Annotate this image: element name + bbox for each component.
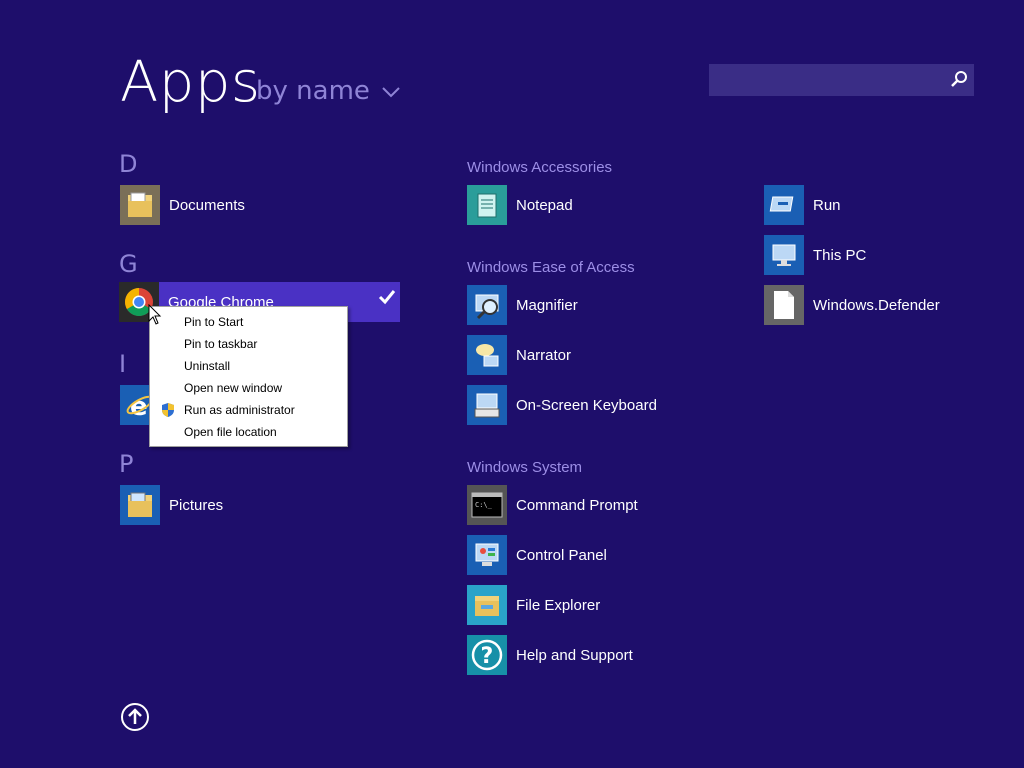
sort-dropdown[interactable]: by name: [256, 76, 400, 106]
menu-item-uninstall[interactable]: Uninstall: [150, 355, 347, 377]
app-tile-run[interactable]: Run: [764, 185, 841, 225]
page-title: Apps: [120, 50, 261, 115]
run-icon: [764, 185, 804, 225]
app-tile-narrator[interactable]: Narrator: [467, 335, 571, 375]
app-tile-documents[interactable]: Documents: [120, 185, 245, 225]
app-tile-file-explorer[interactable]: File Explorer: [467, 585, 600, 625]
group-letter-g[interactable]: G: [119, 250, 138, 278]
menu-item-pin-to-taskbar[interactable]: Pin to taskbar: [150, 333, 347, 355]
svg-text:e: e: [130, 392, 148, 420]
notepad-icon: [467, 185, 507, 225]
menu-item-pin-to-start[interactable]: Pin to Start: [150, 311, 347, 333]
app-label: Command Prompt: [516, 496, 638, 514]
app-label: Notepad: [516, 196, 573, 214]
uac-shield-icon: [162, 403, 174, 417]
app-tile-command-prompt[interactable]: C:\_ Command Prompt: [467, 485, 638, 525]
checkmark-icon: [378, 290, 396, 305]
folder-documents-icon: [120, 185, 160, 225]
computer-icon: [764, 235, 804, 275]
search-input[interactable]: [709, 64, 939, 96]
group-header-windows-system[interactable]: Windows System: [467, 459, 582, 476]
app-label: Run: [813, 196, 841, 214]
search-icon[interactable]: [950, 70, 968, 88]
app-tile-pictures[interactable]: Pictures: [120, 485, 223, 525]
app-label: Windows.Defender: [813, 296, 940, 314]
app-label: This PC: [813, 246, 867, 264]
menu-item-open-file-location[interactable]: Open file location: [150, 421, 347, 443]
app-tile-this-pc[interactable]: This PC: [764, 235, 866, 275]
command-prompt-icon: C:\_: [467, 485, 507, 525]
app-label: Magnifier: [516, 296, 578, 314]
menu-item-run-as-administrator[interactable]: Run as administrator: [150, 399, 347, 421]
app-tile-control-panel[interactable]: Control Panel: [467, 535, 607, 575]
scroll-up-arrow-button[interactable]: [120, 702, 150, 732]
search-box[interactable]: [709, 64, 974, 96]
app-tile-on-screen-keyboard[interactable]: On-Screen Keyboard: [467, 385, 657, 425]
group-letter-p[interactable]: P: [119, 450, 133, 478]
app-label: Documents: [169, 196, 245, 214]
app-label: Pictures: [169, 496, 224, 514]
chevron-down-icon: [382, 86, 400, 97]
app-label: File Explorer: [516, 596, 601, 614]
app-label: Narrator: [516, 346, 572, 364]
sort-label: by name: [256, 76, 370, 106]
blank-document-icon: [764, 285, 804, 325]
group-header-windows-accessories[interactable]: Windows Accessories: [467, 159, 612, 176]
context-menu: Pin to Start Pin to taskbar Uninstall Op…: [149, 306, 348, 447]
group-letter-d[interactable]: D: [119, 150, 137, 178]
group-letter-i[interactable]: I: [119, 350, 126, 378]
app-tile-magnifier[interactable]: Magnifier: [467, 285, 578, 325]
svg-text:C:\_: C:\_: [475, 501, 493, 509]
app-tile-windows-defender[interactable]: Windows.Defender: [764, 285, 940, 325]
narrator-icon: [467, 335, 507, 375]
help-icon: ?: [467, 635, 507, 675]
svg-text:?: ?: [481, 644, 494, 669]
app-label: Control Panel: [516, 546, 607, 564]
keyboard-icon: [467, 385, 507, 425]
app-label: Help and Support: [516, 646, 633, 664]
folder-pictures-icon: [120, 485, 160, 525]
menu-item-open-new-window[interactable]: Open new window: [150, 377, 347, 399]
group-header-windows-ease-of-access[interactable]: Windows Ease of Access: [467, 259, 635, 276]
app-tile-notepad[interactable]: Notepad: [467, 185, 573, 225]
control-panel-icon: [467, 535, 507, 575]
file-explorer-icon: [467, 585, 507, 625]
menu-item-label: Run as administrator: [184, 403, 295, 417]
mouse-cursor-icon: [148, 304, 162, 325]
magnifier-icon: [467, 285, 507, 325]
app-label: On-Screen Keyboard: [516, 396, 657, 414]
app-tile-help-and-support[interactable]: ? Help and Support: [467, 635, 633, 675]
